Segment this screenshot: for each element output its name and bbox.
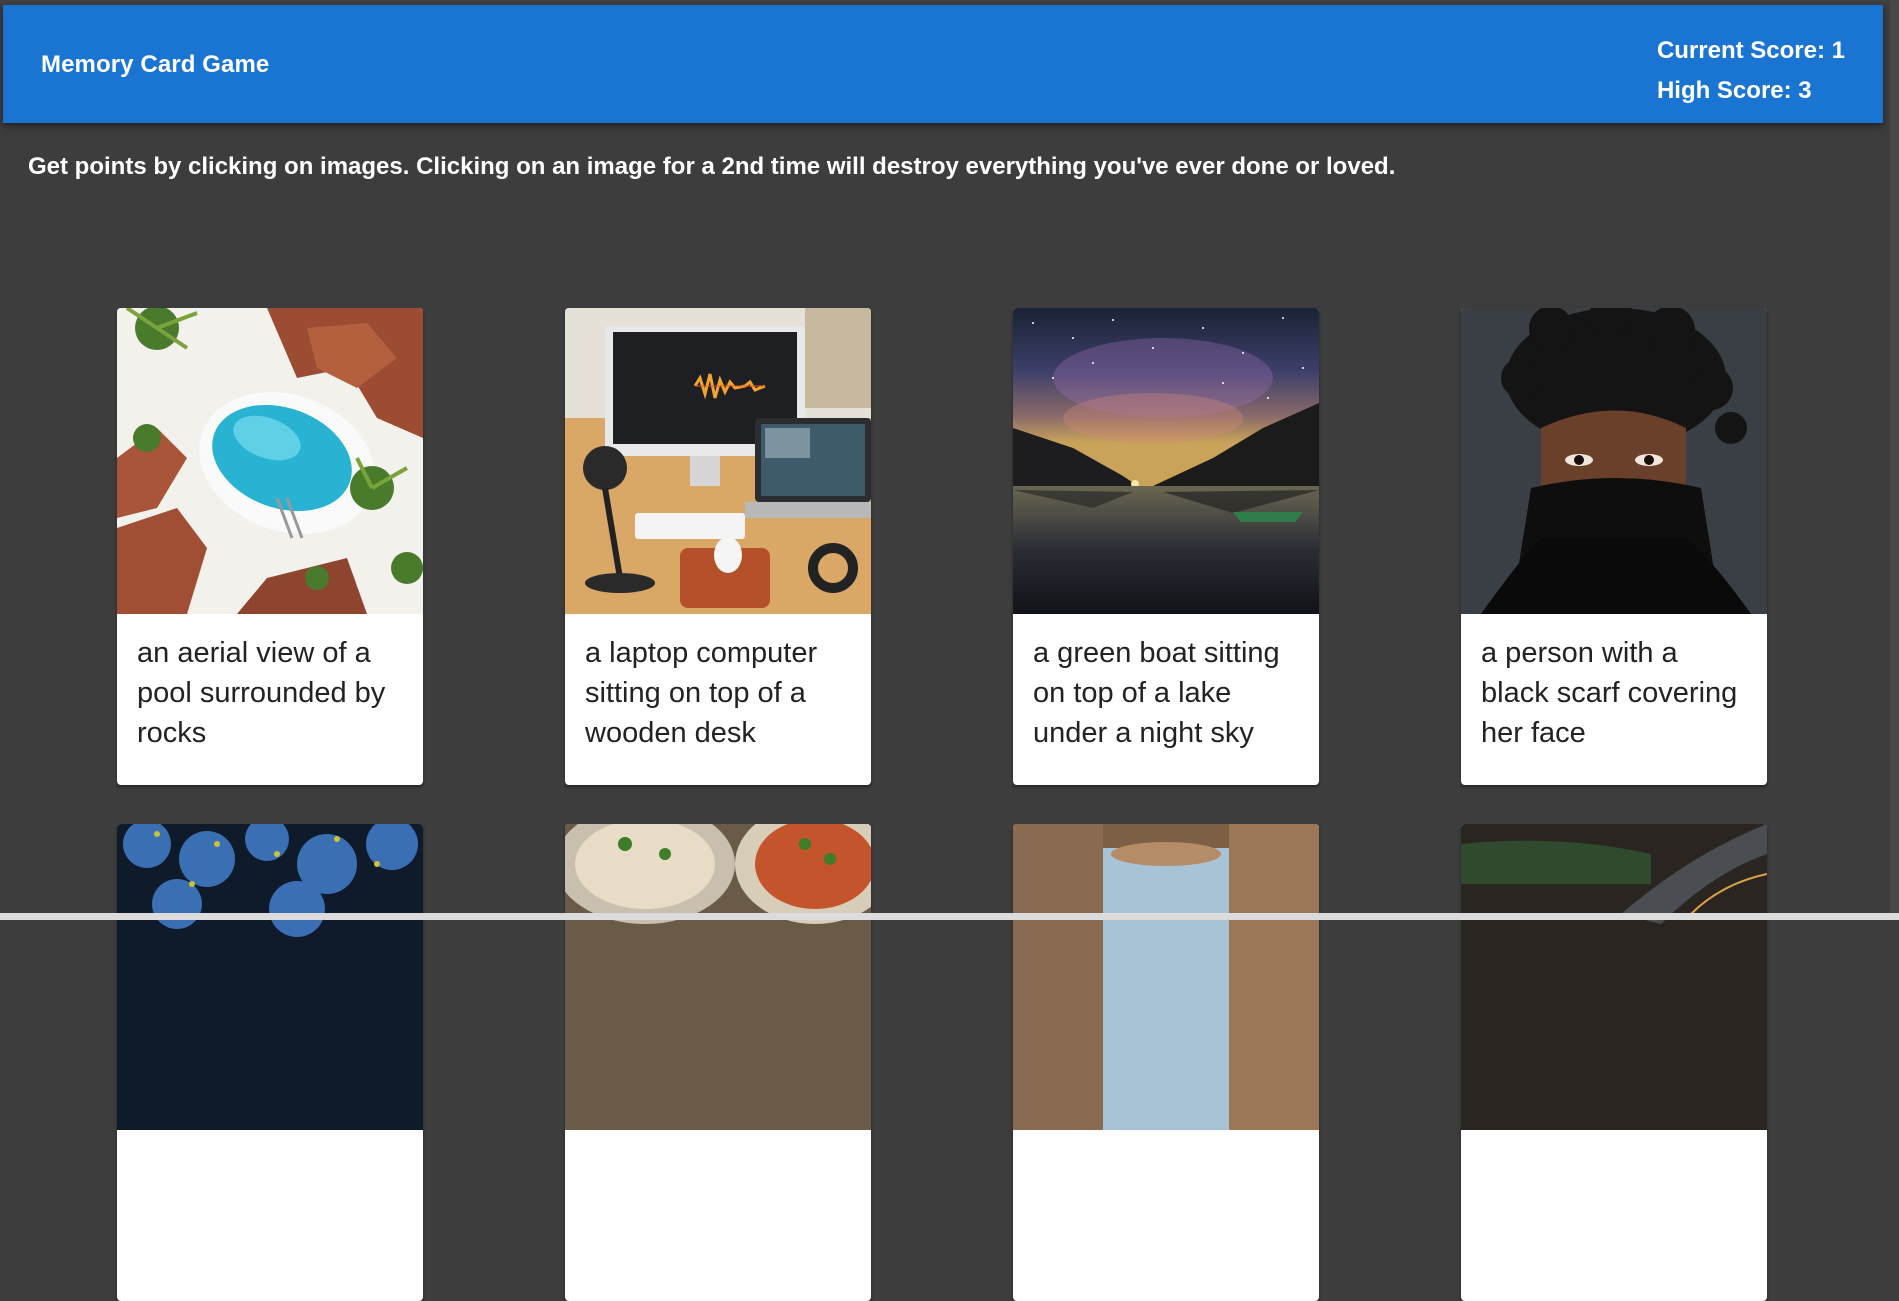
- stone-columns-image: [1013, 824, 1319, 1130]
- memory-card[interactable]: [1013, 824, 1319, 1301]
- memory-card[interactable]: [1461, 824, 1767, 1301]
- card-caption: a person with a black scarf covering her…: [1481, 637, 1738, 749]
- memory-card[interactable]: [565, 824, 871, 1301]
- blue-cells-image: [117, 824, 423, 1130]
- person-scarf-image: [1461, 308, 1767, 614]
- card-caption: a green boat sitting on top of a lake un…: [1033, 637, 1280, 749]
- horizontal-scrollbar[interactable]: [0, 913, 1899, 920]
- memory-card[interactable]: a laptop computer sitting on top of a wo…: [565, 308, 871, 785]
- card-grid: an aerial view of a pool surrounded by r…: [0, 0, 1899, 1301]
- food-bowls-image: [565, 824, 871, 1130]
- desk-laptop-image: [565, 308, 871, 614]
- night-lake-image: [1013, 308, 1319, 614]
- memory-card[interactable]: [117, 824, 423, 1301]
- memory-card[interactable]: a person with a black scarf covering her…: [1461, 308, 1767, 785]
- card-caption-area: a laptop computer sitting on top of a wo…: [565, 614, 871, 785]
- memory-card[interactable]: an aerial view of a pool surrounded by r…: [117, 308, 423, 785]
- card-caption-area: an aerial view of a pool surrounded by r…: [117, 614, 423, 785]
- memory-card[interactable]: a green boat sitting on top of a lake un…: [1013, 308, 1319, 785]
- dark-landscape-image: [1461, 824, 1767, 1130]
- card-caption: an aerial view of a pool surrounded by r…: [137, 637, 386, 749]
- card-caption-area: a green boat sitting on top of a lake un…: [1013, 614, 1319, 785]
- pool-aerial-image: [117, 308, 423, 614]
- vertical-scrollbar[interactable]: [1890, 0, 1899, 920]
- card-caption-area: a person with a black scarf covering her…: [1461, 614, 1767, 785]
- card-caption: a laptop computer sitting on top of a wo…: [585, 637, 818, 749]
